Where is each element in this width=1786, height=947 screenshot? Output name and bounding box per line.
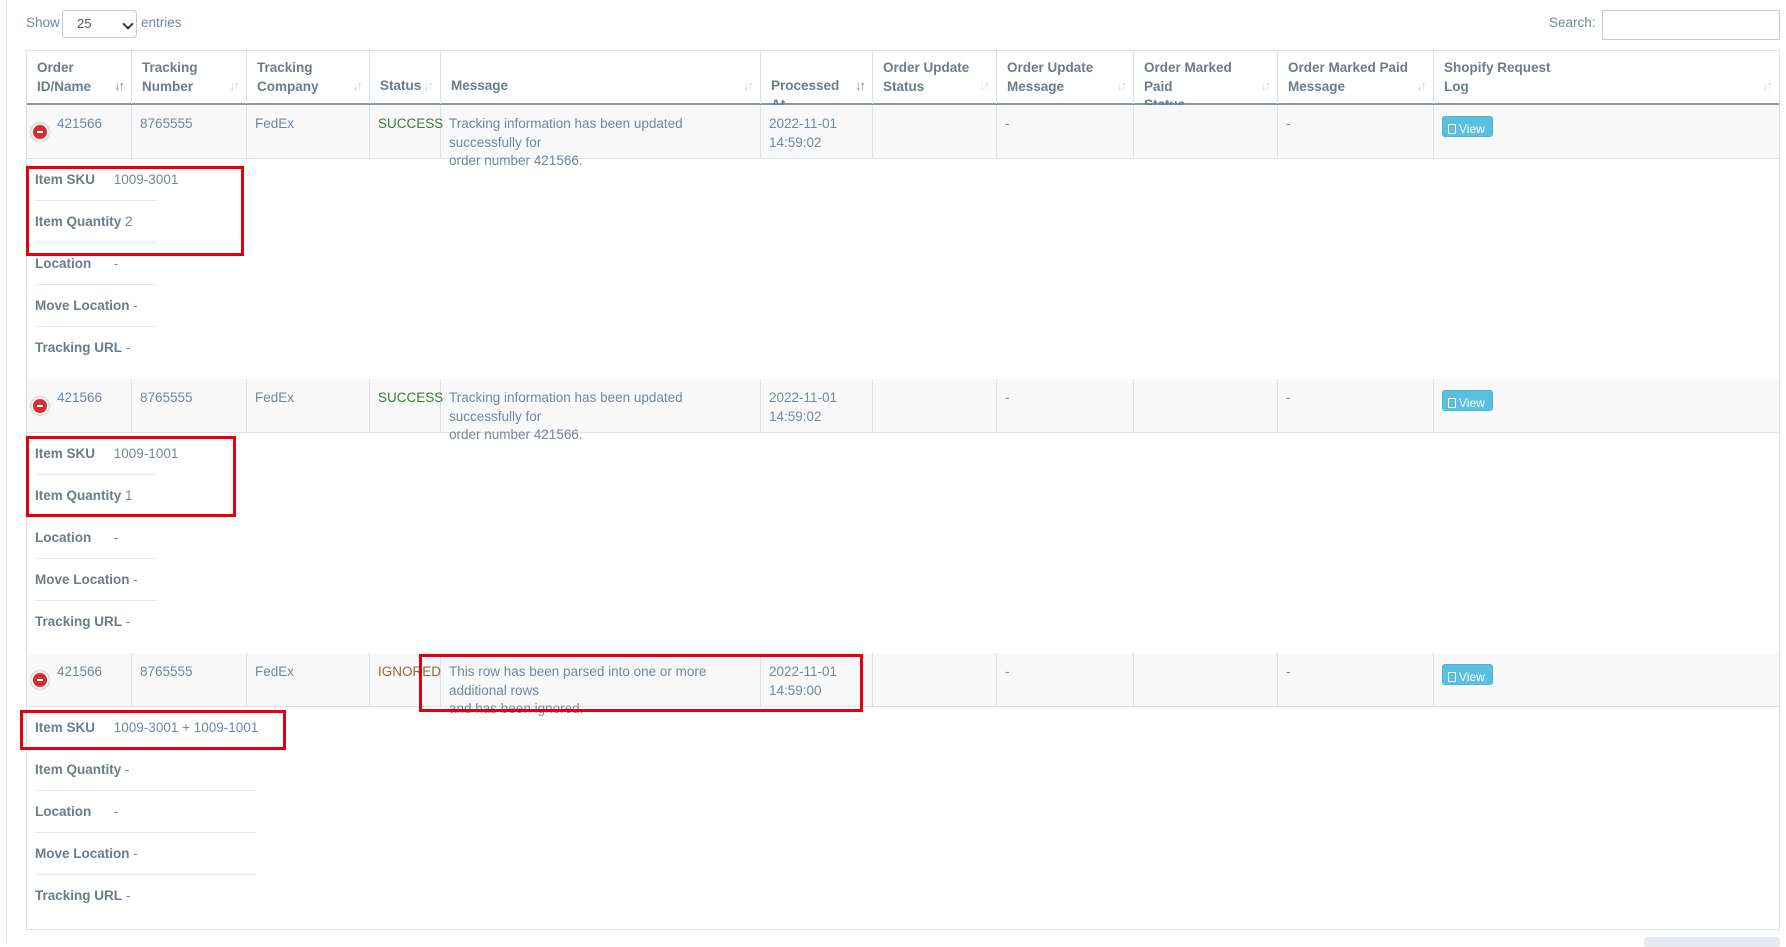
detail-location: Location - — [35, 517, 157, 559]
pagination[interactable] — [1644, 937, 1780, 947]
tracking-number: 8765555 — [132, 379, 247, 432]
processed-at: 2022-11-01 14:59:02 — [761, 105, 873, 158]
order-update-status — [873, 105, 997, 158]
message-cell: Tracking information has been updated su… — [441, 379, 761, 442]
highlight-box — [26, 436, 236, 517]
table-controls: Show 25 entries Search: — [26, 10, 1780, 40]
column-header-marked-paid-status[interactable]: Order Marked PaidStatus ↓↑ — [1134, 51, 1278, 112]
column-header-shopify-log[interactable]: Shopify Request Log ↓↑ — [1434, 51, 1779, 104]
sort-icon: ↓↑ — [1260, 77, 1271, 93]
search-input[interactable] — [1602, 10, 1780, 40]
detail-move-location: Move Location - — [35, 833, 257, 875]
column-header-tracking-number[interactable]: Tracking Number ↓↑ — [132, 51, 247, 104]
show-label: Show — [26, 15, 60, 30]
page-length-value: 25 — [77, 16, 92, 31]
entries-label: entries — [141, 15, 182, 30]
column-header-order-update-message[interactable]: Order Update Message ↓↑ — [997, 51, 1134, 104]
detail-move-location: Move Location - — [35, 285, 157, 327]
sort-icon: ↓↑ — [979, 77, 990, 93]
marked-paid-message: - — [1278, 105, 1434, 158]
detail-tracking-url: Tracking URL - — [35, 888, 131, 903]
view-log-button[interactable]: View — [1442, 116, 1493, 137]
tracking-number: 8765555 — [132, 105, 247, 158]
column-header-order-update-status[interactable]: Order Update Status ↓↑ — [873, 51, 997, 104]
marked-paid-status — [1134, 379, 1278, 432]
sort-icon: ↓↑ — [1416, 77, 1427, 93]
message-cell: Tracking information has been updated su… — [441, 105, 761, 168]
tracking-company: FedEx — [247, 105, 370, 158]
detail-tracking-url: Tracking URL - — [35, 340, 131, 355]
sort-desc-icon: ↓↑ — [855, 77, 866, 93]
collapse-row-icon[interactable] — [31, 397, 49, 415]
sort-icon: ↓↑ — [229, 77, 240, 93]
marked-paid-status — [1134, 105, 1278, 158]
tracking-number: 8765555 — [132, 653, 247, 706]
column-header-marked-paid-message[interactable]: Order Marked Paid Message ↓↑ — [1278, 51, 1434, 104]
tracking-company: FedEx — [247, 379, 370, 432]
status-text: SUCCESS — [370, 379, 443, 432]
table-row: 421566 8765555 FedEx IGNORED This row ha… — [27, 653, 1779, 716]
order-id: 421566 — [57, 116, 103, 131]
column-header-order-id[interactable]: Order ID/Name ↓↑ — [27, 51, 132, 104]
detail-move-location: Move Location - — [35, 559, 157, 601]
order-id: 421566 — [57, 664, 103, 679]
table-row: 421566 8765555 FedEx SUCCESS Tracking in… — [27, 105, 1779, 168]
tracking-company: FedEx — [247, 653, 370, 706]
search-label: Search: — [1549, 15, 1596, 30]
order-update-status — [873, 653, 997, 706]
detail-location: Location - — [35, 791, 257, 833]
highlight-box — [419, 654, 863, 712]
order-id: 421566 — [57, 390, 103, 405]
status-text: SUCCESS — [370, 105, 443, 158]
detail-tracking-url: Tracking URL - — [35, 614, 131, 629]
sort-icon: ↓↑ — [1762, 77, 1773, 93]
chevron-down-icon — [122, 18, 134, 30]
sort-icon: ↓↑ — [1116, 77, 1127, 93]
view-log-button[interactable]: View — [1442, 664, 1493, 685]
tracking-table: Order ID/Name ↓↑ Tracking Number ↓↑ Tracki… — [26, 50, 1780, 930]
sort-icon: ↓↑ — [743, 77, 754, 93]
order-update-message: - — [997, 653, 1134, 706]
page-length-select[interactable]: 25 — [62, 10, 137, 38]
sort-icon: ↓↑ — [352, 77, 363, 93]
column-header-processed-at[interactable]: Processed At ↓↑ — [761, 51, 873, 112]
sort-icon: ↓↑ — [423, 77, 434, 93]
highlight-box — [26, 166, 244, 256]
order-update-message: - — [997, 379, 1134, 432]
processed-at: 2022-11-01 14:59:02 — [761, 379, 873, 432]
column-header-message[interactable]: Message ↓↑ — [441, 51, 761, 104]
view-log-button[interactable]: View — [1442, 390, 1493, 411]
column-header-tracking-company[interactable]: Tracking Company ↓↑ — [247, 51, 370, 104]
order-update-message: - — [997, 105, 1134, 158]
sort-asc-icon: ↓↑ — [114, 77, 125, 93]
file-icon — [1448, 398, 1456, 408]
collapse-row-icon[interactable] — [31, 123, 49, 141]
table-header: Order ID/Name ↓↑ Tracking Number ↓↑ Tracki… — [27, 50, 1779, 112]
marked-paid-status — [1134, 653, 1278, 706]
file-icon — [1448, 672, 1456, 682]
highlight-box — [20, 710, 286, 750]
collapse-row-icon[interactable] — [31, 671, 49, 689]
marked-paid-message: - — [1278, 379, 1434, 432]
order-update-status — [873, 379, 997, 432]
table-row: 421566 8765555 FedEx SUCCESS Tracking in… — [27, 379, 1779, 442]
detail-item-quantity: Item Quantity - — [35, 749, 257, 791]
column-header-status[interactable]: Status ↓↑ — [370, 51, 441, 104]
marked-paid-message: - — [1278, 653, 1434, 706]
file-icon — [1448, 124, 1456, 134]
